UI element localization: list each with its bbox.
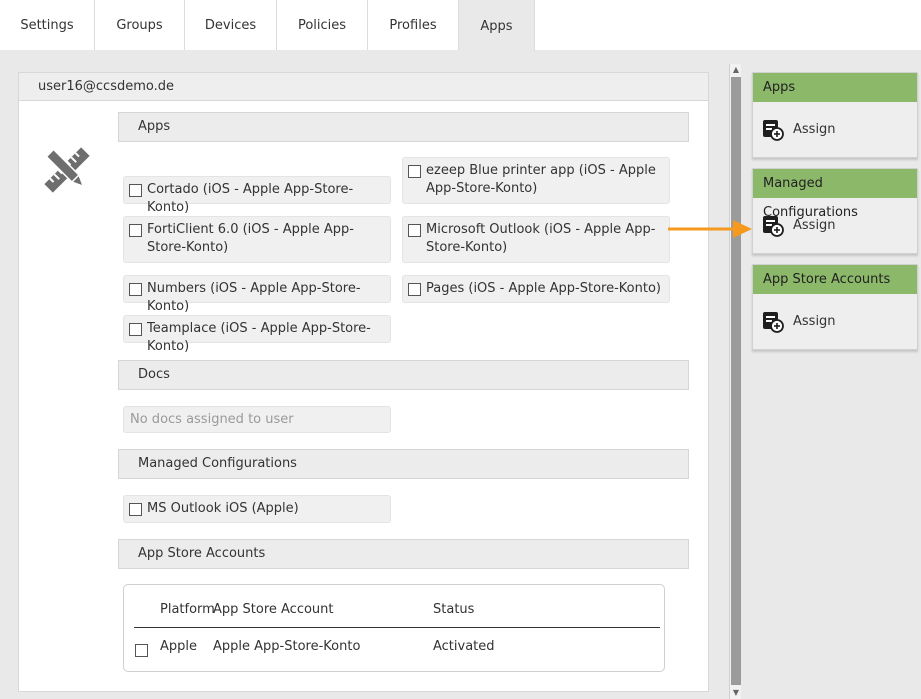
app-checkbox[interactable] bbox=[129, 184, 142, 197]
app-label: Pages (iOS - Apple App-Store-Konto) bbox=[426, 281, 661, 296]
app-checkbox[interactable] bbox=[408, 165, 421, 178]
assign-managed-configurations-button[interactable]: Assign bbox=[762, 215, 836, 237]
app-store-accounts-table: Platform App Store Account Status Apple … bbox=[123, 584, 665, 672]
tab-label: Policies bbox=[297, 17, 347, 33]
tab-label: Groups bbox=[116, 17, 163, 33]
tab-label: Apps bbox=[480, 19, 513, 34]
section-title: Apps bbox=[138, 119, 171, 134]
tab-bar: Settings Groups Devices Policies Profile… bbox=[0, 0, 921, 51]
managed-config-item[interactable]: MS Outlook iOS (Apple) bbox=[123, 495, 391, 523]
tab-devices[interactable]: Devices bbox=[185, 0, 277, 50]
app-checkbox[interactable] bbox=[129, 224, 142, 237]
tab-profiles[interactable]: Profiles bbox=[368, 0, 459, 50]
assign-apps-button[interactable]: Assign bbox=[762, 119, 836, 141]
section-title: Docs bbox=[138, 367, 170, 382]
tab-label: Settings bbox=[20, 17, 74, 33]
app-label: Microsoft Outlook (iOS - Apple App-Store… bbox=[426, 222, 656, 255]
app-item-forticlient[interactable]: FortiClient 6.0 (iOS - Apple App-Store-K… bbox=[123, 216, 391, 263]
app-item-teamplace[interactable]: Teamplace (iOS - Apple App-Store-Konto) bbox=[123, 315, 391, 354]
column-header-status: Status bbox=[433, 602, 475, 617]
column-header-account: App Store Account bbox=[213, 602, 334, 617]
section-title: App Store Accounts bbox=[138, 546, 266, 561]
user-email-header: user16@ccsdemo.de bbox=[19, 73, 708, 101]
tab-label: Devices bbox=[204, 17, 257, 33]
apps-section-header: Apps bbox=[118, 112, 689, 142]
scrollbar-thumb[interactable] bbox=[731, 77, 741, 685]
annotation-arrow-icon bbox=[668, 220, 752, 238]
section-title: Managed Configurations bbox=[138, 456, 297, 471]
tab-label: Profiles bbox=[389, 17, 437, 33]
docs-section-header: Docs bbox=[118, 360, 689, 390]
pencil-ruler-icon bbox=[44, 147, 90, 193]
app-checkbox[interactable] bbox=[408, 224, 421, 237]
side-panel-managed-configurations: Managed Configurations Assign bbox=[752, 168, 918, 254]
cell-status: Activated bbox=[433, 639, 495, 654]
managed-configurations-section-header: Managed Configurations bbox=[118, 449, 689, 479]
app-checkbox[interactable] bbox=[129, 283, 142, 296]
app-store-accounts-section-header: App Store Accounts bbox=[118, 539, 689, 569]
assign-plus-icon bbox=[763, 119, 784, 141]
tab-groups[interactable]: Groups bbox=[95, 0, 185, 50]
assign-label: Assign bbox=[793, 122, 836, 137]
app-checkbox[interactable] bbox=[129, 323, 142, 336]
assign-plus-icon bbox=[763, 311, 784, 333]
tab-settings[interactable]: Settings bbox=[0, 0, 95, 50]
column-header-platform: Platform bbox=[160, 602, 215, 617]
app-item-outlook[interactable]: Microsoft Outlook (iOS - Apple App-Store… bbox=[402, 216, 670, 263]
side-panel-app-store-accounts: App Store Accounts Assign bbox=[752, 264, 918, 350]
side-panel-title: Managed Configurations bbox=[753, 169, 917, 220]
table-header-divider bbox=[134, 627, 660, 628]
app-item-ezeep[interactable]: ezeep Blue printer app (iOS - Apple App-… bbox=[402, 157, 670, 204]
side-panel-title: App Store Accounts bbox=[753, 265, 917, 294]
tab-policies[interactable]: Policies bbox=[277, 0, 368, 50]
cell-platform: Apple bbox=[160, 639, 198, 654]
app-item-pages[interactable]: Pages (iOS - Apple App-Store-Konto) bbox=[402, 275, 670, 303]
cell-account: Apple App-Store-Konto bbox=[213, 639, 361, 654]
side-panel-apps: Apps Assign bbox=[752, 72, 918, 158]
assign-plus-icon bbox=[763, 215, 784, 237]
app-label: Numbers (iOS - Apple App-Store-Konto) bbox=[147, 281, 361, 314]
tab-apps[interactable]: Apps bbox=[459, 0, 535, 51]
app-label: FortiClient 6.0 (iOS - Apple App-Store-K… bbox=[147, 222, 354, 255]
assign-app-store-accounts-button[interactable]: Assign bbox=[762, 311, 836, 333]
scroll-up-icon[interactable]: ▲ bbox=[730, 64, 742, 76]
config-label: MS Outlook iOS (Apple) bbox=[147, 501, 299, 516]
row-checkbox[interactable] bbox=[135, 644, 148, 657]
vertical-scrollbar[interactable]: ▲ ▼ bbox=[729, 64, 741, 699]
docs-empty-message: No docs assigned to user bbox=[123, 406, 391, 433]
app-item-numbers[interactable]: Numbers (iOS - Apple App-Store-Konto) bbox=[123, 275, 391, 314]
app-checkbox[interactable] bbox=[408, 283, 421, 296]
scroll-down-icon[interactable]: ▼ bbox=[730, 687, 742, 699]
side-panel-title: Apps bbox=[753, 73, 917, 102]
app-label: ezeep Blue printer app (iOS - Apple App-… bbox=[426, 163, 656, 196]
config-checkbox[interactable] bbox=[129, 503, 142, 516]
app-item-cortado[interactable]: Cortado (iOS - Apple App-Store-Konto) bbox=[123, 176, 391, 215]
app-label: Teamplace (iOS - Apple App-Store-Konto) bbox=[147, 321, 371, 354]
assign-label: Assign bbox=[793, 218, 836, 233]
assign-label: Assign bbox=[793, 314, 836, 329]
app-label: Cortado (iOS - Apple App-Store-Konto) bbox=[147, 182, 354, 215]
